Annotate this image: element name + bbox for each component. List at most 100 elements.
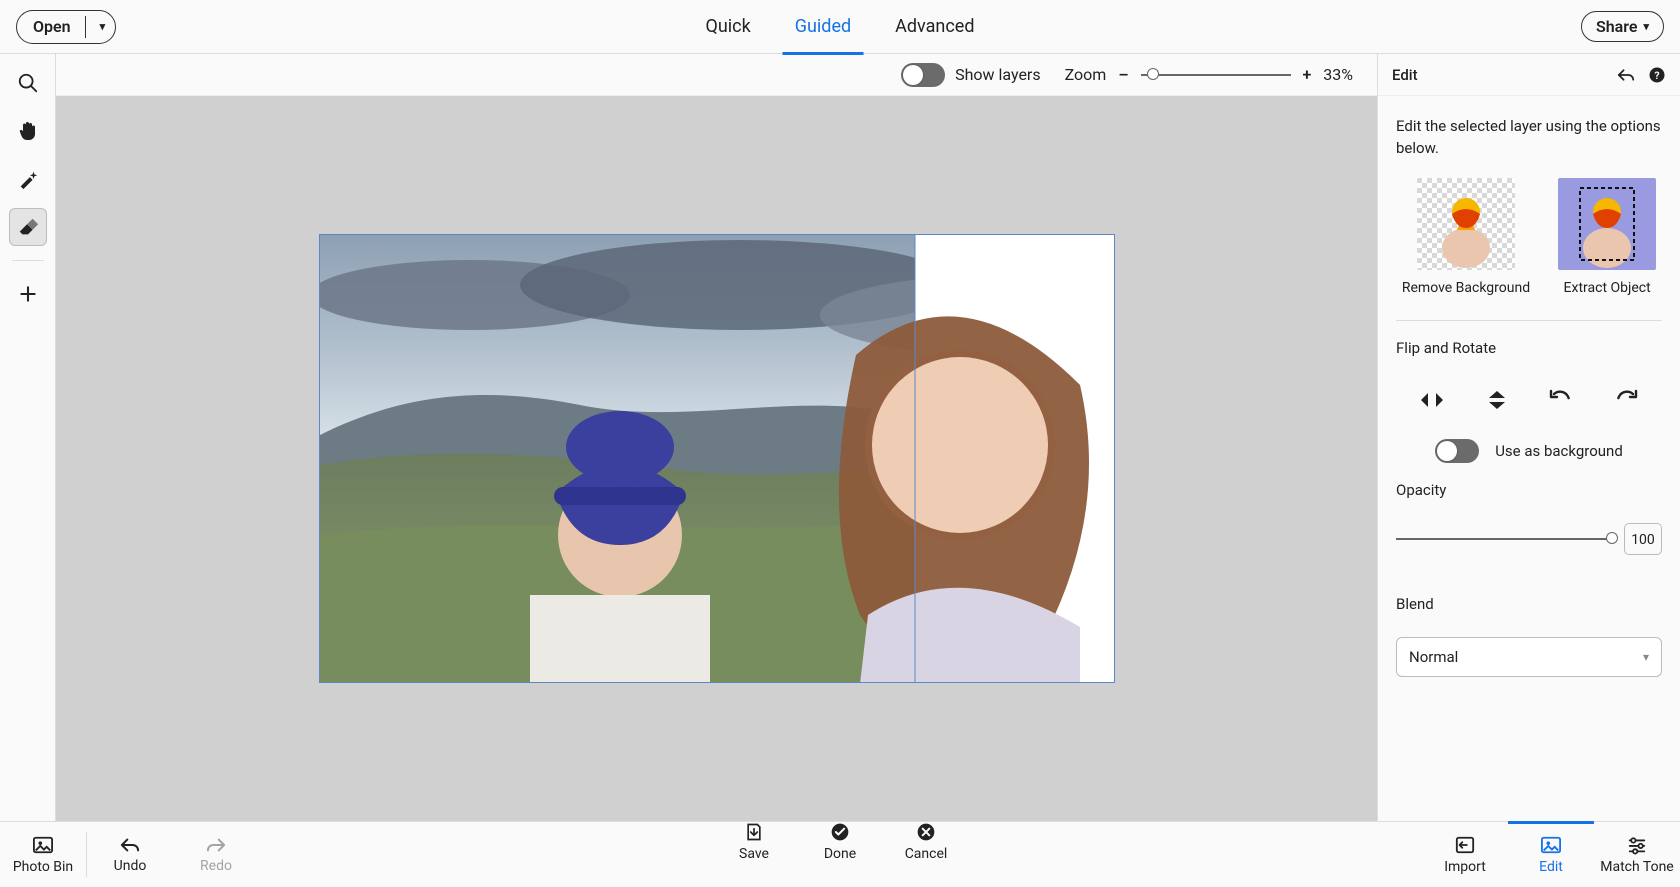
undo-icon	[119, 836, 141, 854]
hand-icon	[16, 119, 40, 143]
save-label: Save	[739, 846, 769, 862]
zoom-minus-icon[interactable]: –	[1118, 65, 1128, 84]
undo-label: Undo	[114, 858, 147, 874]
tab-guided[interactable]: Guided	[795, 0, 851, 54]
chevron-down-icon[interactable]: ▾	[100, 20, 106, 33]
rotate-left-icon	[1548, 388, 1574, 412]
toggle-knob	[903, 65, 923, 85]
redo-icon	[205, 836, 227, 854]
sliders-icon	[1626, 835, 1648, 855]
eraser-tool[interactable]	[9, 208, 47, 246]
edit-label: Edit	[1539, 859, 1563, 875]
open-divider	[85, 16, 86, 38]
toggle-knob	[1437, 441, 1457, 461]
photo-illustration	[320, 235, 1115, 683]
bottom-bar: Photo Bin Undo Redo Save Done Cancel Imp…	[0, 821, 1680, 887]
rotate-left-button[interactable]	[1540, 383, 1582, 417]
cancel-label: Cancel	[905, 846, 948, 862]
right-panel: Edit ? Edit the selected layer using the…	[1378, 54, 1680, 821]
use-as-background-toggle[interactable]	[1435, 439, 1479, 463]
tool-separator	[12, 260, 44, 261]
remove-background-thumb	[1417, 178, 1515, 270]
rotate-right-button[interactable]	[1605, 383, 1647, 417]
flip-horizontal-icon	[1418, 388, 1446, 412]
done-label: Done	[824, 846, 856, 862]
canvas-controls: Show layers Zoom – + 33%	[56, 54, 1377, 96]
tab-quick[interactable]: Quick	[706, 0, 751, 54]
magic-wand-tool[interactable]	[9, 160, 47, 198]
plus-icon	[18, 284, 38, 304]
photo-bin-icon	[32, 835, 54, 855]
magnifier-icon	[17, 72, 39, 94]
check-circle-icon	[830, 822, 850, 842]
add-tool[interactable]	[9, 275, 47, 313]
canvas-image[interactable]	[319, 234, 1115, 683]
remove-background-card[interactable]: Remove Background	[1402, 178, 1530, 296]
right-panel-title: Edit	[1392, 66, 1418, 84]
remove-background-label: Remove Background	[1402, 280, 1530, 296]
open-button[interactable]: Open ▾	[16, 10, 116, 44]
rotate-right-icon	[1613, 388, 1639, 412]
share-button[interactable]: Share ▾	[1581, 11, 1664, 42]
flip-vertical-button[interactable]	[1476, 383, 1518, 417]
undo-button[interactable]: Undo	[87, 822, 173, 887]
done-button[interactable]: Done	[797, 822, 883, 862]
save-icon	[744, 822, 764, 842]
svg-text:?: ?	[1654, 68, 1659, 81]
open-button-label: Open	[33, 17, 71, 36]
flip-horizontal-button[interactable]	[1411, 383, 1453, 417]
chevron-down-icon: ▾	[1643, 650, 1649, 664]
tab-advanced[interactable]: Advanced	[895, 0, 974, 54]
photo-bin-button[interactable]: Photo Bin	[0, 822, 86, 887]
import-icon	[1454, 835, 1476, 855]
zoom-label: Zoom	[1065, 65, 1107, 84]
tool-strip	[0, 54, 56, 821]
opacity-label: Opacity	[1396, 481, 1662, 499]
redo-label: Redo	[200, 858, 232, 874]
match-tone-button[interactable]: Match Tone	[1594, 822, 1680, 887]
save-button[interactable]: Save	[711, 822, 797, 862]
close-circle-icon	[916, 822, 936, 842]
zoom-slider-thumb[interactable]	[1147, 68, 1159, 80]
blend-label: Blend	[1396, 595, 1662, 613]
mode-tabs: Quick Guided Advanced	[706, 0, 975, 54]
right-panel-header: Edit ?	[1378, 54, 1680, 96]
show-layers-toggle[interactable]	[901, 63, 945, 87]
tab-guided-label: Guided	[795, 16, 851, 37]
eraser-icon	[17, 216, 39, 238]
extract-object-label: Extract Object	[1564, 280, 1651, 296]
show-layers-label: Show layers	[955, 65, 1041, 84]
chevron-down-icon: ▾	[1643, 20, 1649, 33]
help-icon[interactable]: ?	[1648, 66, 1666, 84]
right-panel-instruction: Edit the selected layer using the option…	[1396, 116, 1662, 160]
match-tone-label: Match Tone	[1600, 859, 1673, 875]
blend-mode-select[interactable]: Normal ▾	[1396, 637, 1662, 677]
opacity-slider-thumb[interactable]	[1606, 532, 1618, 544]
image-icon	[1540, 835, 1562, 855]
hand-tool[interactable]	[9, 112, 47, 150]
flip-vertical-icon	[1483, 388, 1511, 412]
edit-button[interactable]: Edit	[1508, 822, 1594, 887]
flip-rotate-label: Flip and Rotate	[1396, 339, 1662, 357]
blend-mode-value: Normal	[1409, 648, 1458, 666]
cancel-button[interactable]: Cancel	[883, 822, 969, 862]
zoom-tool[interactable]	[9, 64, 47, 102]
opacity-value[interactable]: 100	[1624, 523, 1662, 555]
canvas-area[interactable]	[56, 96, 1377, 821]
use-as-background-label: Use as background	[1495, 442, 1623, 460]
photo-bin-label: Photo Bin	[13, 859, 73, 875]
extract-object-thumb	[1558, 178, 1656, 270]
redo-button: Redo	[173, 822, 259, 887]
tab-quick-label: Quick	[706, 16, 751, 37]
undo-icon[interactable]	[1616, 67, 1636, 83]
zoom-value: 33%	[1323, 65, 1353, 84]
zoom-plus-icon[interactable]: +	[1303, 65, 1312, 84]
share-button-label: Share	[1596, 17, 1638, 36]
tab-advanced-label: Advanced	[895, 16, 974, 37]
import-button[interactable]: Import	[1422, 822, 1508, 887]
zoom-slider[interactable]	[1141, 74, 1291, 76]
import-label: Import	[1444, 859, 1486, 875]
magic-wand-icon	[17, 168, 39, 190]
extract-object-card[interactable]: Extract Object	[1558, 178, 1656, 296]
opacity-slider[interactable]	[1396, 538, 1612, 540]
